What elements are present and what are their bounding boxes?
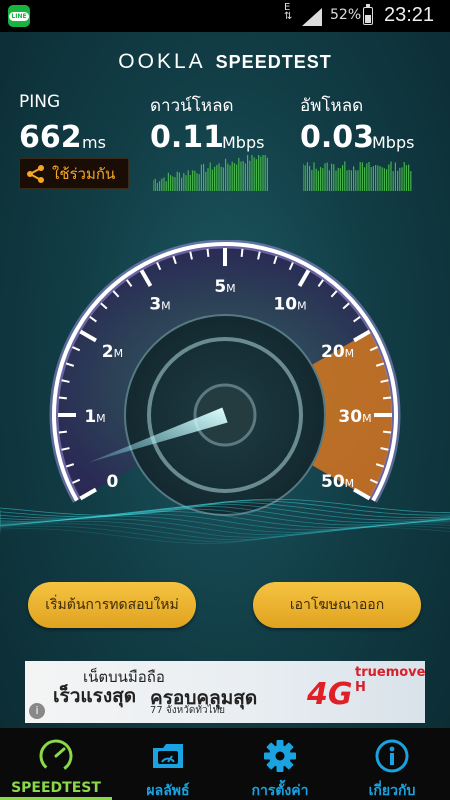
tab-about[interactable]: เกี่ยวกับ xyxy=(336,728,448,800)
restart-test-button[interactable]: เริ่มต้นการทดสอบใหม่ xyxy=(28,582,196,628)
restart-test-label: เริ่มต้นการทดสอบใหม่ xyxy=(45,597,179,613)
gauge-icon xyxy=(39,739,73,773)
ad-line-2: เร็วแรงสุด xyxy=(53,685,137,707)
tab-results[interactable]: ผลลัพธ์ xyxy=(112,728,224,800)
tab-settings-label: การตั้งค่า xyxy=(251,783,309,799)
line-icon[interactable]: LINE xyxy=(8,5,30,27)
tab-results-label: ผลลัพธ์ xyxy=(146,783,190,799)
remove-ads-button[interactable]: เอาโฆษณาออก xyxy=(253,582,421,628)
gear-icon xyxy=(264,740,296,772)
ad-badge: 4G xyxy=(307,677,353,712)
remove-ads-label: เอาโฆษณาออก xyxy=(289,597,385,613)
download-sparkline xyxy=(153,155,268,191)
gauge-minor-tick xyxy=(240,248,244,257)
tab-about-label: เกี่ยวกับ xyxy=(368,783,416,799)
status-bar: LINE E ⇅ 52% 23:21 xyxy=(0,0,450,32)
line-icon-text: LINE xyxy=(9,11,29,21)
tab-settings[interactable]: การตั้งค่า xyxy=(224,728,336,800)
ping-unit: ms xyxy=(82,133,106,152)
ad-brand: truemove H xyxy=(355,665,425,695)
product-name: SPEEDTEST xyxy=(215,52,332,72)
gauge-minor-tick xyxy=(383,396,392,400)
upload-sparkline xyxy=(303,161,412,191)
gauge-minor-tick xyxy=(206,248,210,257)
ping-label: PING xyxy=(19,92,61,112)
gauge-minor-tick xyxy=(383,430,392,434)
battery-icon xyxy=(363,4,373,25)
upload-value: 0.03 xyxy=(300,120,375,155)
share-button[interactable]: ใช้ร่วมกัน xyxy=(19,158,129,189)
ad-line-4: 77 จังหวัดทั่วไทย xyxy=(150,705,226,716)
gauge-tick-label: 0 xyxy=(106,472,118,492)
speed-gauge: 01M2M3M5M10M20M30M50M xyxy=(0,240,450,544)
ad-banner[interactable]: เน็ตบนมือถือ เร็วแรงสุด ครอบคลุมสุด 77 จ… xyxy=(25,661,425,723)
network-type-icon: E ⇅ xyxy=(284,2,293,22)
download-value: 0.11 xyxy=(150,120,225,155)
battery-percent: 52% xyxy=(330,7,362,23)
clock: 23:21 xyxy=(384,4,435,26)
gauge-minor-tick xyxy=(58,396,67,400)
info-icon xyxy=(375,739,409,773)
bottom-nav: SPEEDTEST ผลลัพธ์ การตั้งค่า เกี่ยวกับ xyxy=(0,728,450,800)
info-icon[interactable]: i xyxy=(29,703,45,719)
results-icon xyxy=(153,744,183,768)
app-logo: OOKLA SPEEDTEST xyxy=(0,50,450,74)
signal-icon xyxy=(302,8,322,26)
download-label: ดาวน์โหลด xyxy=(150,96,234,116)
network-type-label: E xyxy=(284,2,291,13)
tab-speedtest[interactable]: SPEEDTEST xyxy=(0,728,112,800)
share-icon xyxy=(27,164,44,183)
brand-name: OOKLA xyxy=(118,50,206,73)
tab-speedtest-label: SPEEDTEST xyxy=(11,780,101,796)
download-unit: Mbps xyxy=(222,133,265,152)
gauge-minor-tick xyxy=(58,430,67,434)
ping-value: 662 xyxy=(19,120,82,155)
share-label: ใช้ร่วมกัน xyxy=(52,164,116,183)
upload-label: อัพโหลด xyxy=(300,96,364,116)
upload-unit: Mbps xyxy=(372,133,415,152)
